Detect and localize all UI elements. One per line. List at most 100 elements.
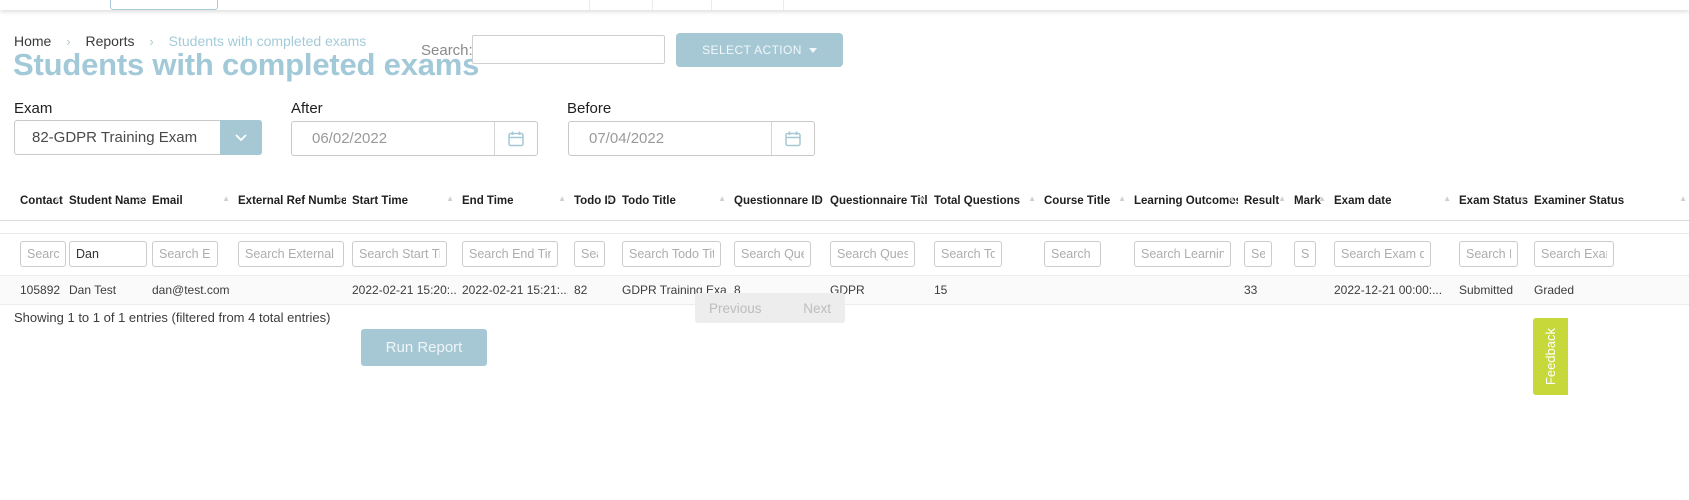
column-header[interactable]: Questionnaire Title▲ [824, 185, 928, 221]
sort-icon: ▲ [1228, 194, 1236, 203]
sort-icon: ▲ [606, 194, 614, 203]
run-report-button[interactable]: Run Report [361, 329, 487, 366]
column-header-label: Questionnare ID [734, 195, 823, 207]
nav-separator [783, 0, 784, 10]
before-filter-label: Before [567, 100, 611, 117]
table-cell: 15 [928, 276, 1038, 305]
column-header[interactable]: Result▲ [1238, 185, 1288, 221]
table-cell: 2022-02-21 15:21:... [456, 276, 568, 305]
sort-icon: ▲ [1443, 194, 1451, 203]
column-header[interactable]: Start Time▲ [346, 185, 456, 221]
nav-separator [652, 0, 653, 10]
after-date-input[interactable]: 06/02/2022 [291, 121, 538, 156]
before-date-input[interactable]: 07/04/2022 [568, 121, 815, 156]
page-title: Students with completed exams [13, 47, 479, 83]
column-header[interactable]: External Ref Number▲ [232, 185, 346, 221]
nav-separator [589, 0, 590, 10]
caret-down-icon [809, 48, 817, 53]
sort-icon: ▲ [222, 194, 230, 203]
column-header-label: Learning Outcomes [1134, 195, 1238, 207]
column-header[interactable]: Mark▲ [1288, 185, 1328, 221]
column-search-input[interactable] [462, 241, 558, 267]
sort-icon: ▲ [1028, 194, 1036, 203]
column-header-label: Questionnaire Title [830, 195, 928, 207]
after-filter-label: After [291, 100, 323, 117]
column-search-input[interactable] [20, 241, 66, 267]
column-header[interactable]: Student Name▲ [63, 185, 146, 221]
sort-icon: ▲ [1118, 194, 1126, 203]
column-header-label: Mark [1294, 195, 1321, 207]
exam-select-value: 82-GDPR Training Exam [15, 129, 220, 146]
sort-icon: ▲ [558, 194, 566, 203]
select-chevron-button[interactable] [220, 120, 262, 155]
previous-page-button[interactable]: Previous [709, 301, 762, 316]
column-search-input[interactable] [830, 241, 915, 267]
column-header-label: Examiner Status [1534, 195, 1624, 207]
column-search-input[interactable] [574, 241, 605, 267]
column-header-label: External Ref Number [238, 195, 346, 207]
chevron-down-icon [235, 134, 247, 142]
table-cell: 2022-02-21 15:20:... [346, 276, 456, 305]
table-header-row: Contact ID▲Student Name▲Email▲External R… [0, 185, 1689, 221]
column-header[interactable]: Todo Title ▲ [616, 185, 728, 221]
column-header[interactable]: Total Questions ▲ [928, 185, 1038, 221]
column-search-input[interactable] [69, 241, 147, 267]
report-table: Contact ID▲Student Name▲Email▲External R… [0, 185, 1689, 305]
sort-icon: ▲ [1679, 194, 1687, 203]
column-search-input[interactable] [1334, 241, 1431, 267]
column-header[interactable]: Exam date▲ [1328, 185, 1453, 221]
column-search-input[interactable] [1244, 241, 1272, 267]
table-cell: 33 [1238, 276, 1288, 305]
column-search-input[interactable] [622, 241, 721, 267]
column-search-input[interactable] [1134, 241, 1231, 267]
sort-icon: ▲ [718, 194, 726, 203]
active-nav-tab[interactable] [110, 0, 218, 10]
sort-icon: ▲ [1318, 194, 1326, 203]
search-label: Search: [421, 42, 473, 59]
column-header[interactable]: Exam Status▲ [1453, 185, 1528, 221]
sort-icon: ▲ [446, 194, 454, 203]
column-search-input[interactable] [1044, 241, 1101, 267]
search-input[interactable] [472, 35, 665, 64]
table-cell: 2022-12-21 00:00:... [1328, 276, 1453, 305]
feedback-tab-label: Feedback [1543, 328, 1558, 385]
before-date-value: 07/04/2022 [569, 130, 771, 147]
column-search-input[interactable] [152, 241, 218, 267]
column-search-input[interactable] [934, 241, 1002, 267]
table-cell: 105892 [0, 276, 63, 305]
sort-icon: ▲ [1518, 194, 1526, 203]
column-search-input[interactable] [238, 241, 344, 267]
table-cell: Submitted [1453, 276, 1528, 305]
column-search-input[interactable] [1534, 241, 1614, 267]
select-action-button[interactable]: SELECT ACTION [676, 33, 843, 67]
column-header[interactable]: Todo ID▲ [568, 185, 616, 221]
next-page-button[interactable]: Next [803, 301, 831, 316]
column-header[interactable]: End Time▲ [456, 185, 568, 221]
after-calendar-button[interactable] [494, 122, 537, 155]
column-search-input[interactable] [352, 241, 447, 267]
after-date-value: 06/02/2022 [292, 130, 494, 147]
column-header[interactable]: Course Title▲ [1038, 185, 1128, 221]
sort-icon: ▲ [918, 194, 926, 203]
before-calendar-button[interactable] [771, 122, 814, 155]
column-header-label: Total Questions [934, 195, 1020, 207]
sort-icon: ▲ [814, 194, 822, 203]
column-search-input[interactable] [734, 241, 811, 267]
sort-icon: ▲ [136, 194, 144, 203]
table-cell: Graded [1528, 276, 1689, 305]
table-cell: Dan Test [63, 276, 146, 305]
column-header[interactable]: Questionnare ID▲ [728, 185, 824, 221]
table-cell: dan@test.com [146, 276, 232, 305]
column-header[interactable]: Learning Outcomes▲ [1128, 185, 1238, 221]
column-header[interactable]: Contact ID▲ [0, 185, 63, 221]
column-header-label: Todo Title [622, 195, 676, 207]
column-header[interactable]: Email▲ [146, 185, 232, 221]
exam-select[interactable]: 82-GDPR Training Exam [14, 120, 262, 155]
column-search-input[interactable] [1459, 241, 1518, 267]
column-search-input[interactable] [1294, 241, 1316, 267]
column-header[interactable]: Examiner Status ▲ [1528, 185, 1689, 221]
table-cell: 82 [568, 276, 616, 305]
table-cell [1128, 276, 1238, 305]
sort-icon: ▲ [336, 194, 344, 203]
feedback-tab[interactable]: Feedback [1533, 318, 1568, 395]
